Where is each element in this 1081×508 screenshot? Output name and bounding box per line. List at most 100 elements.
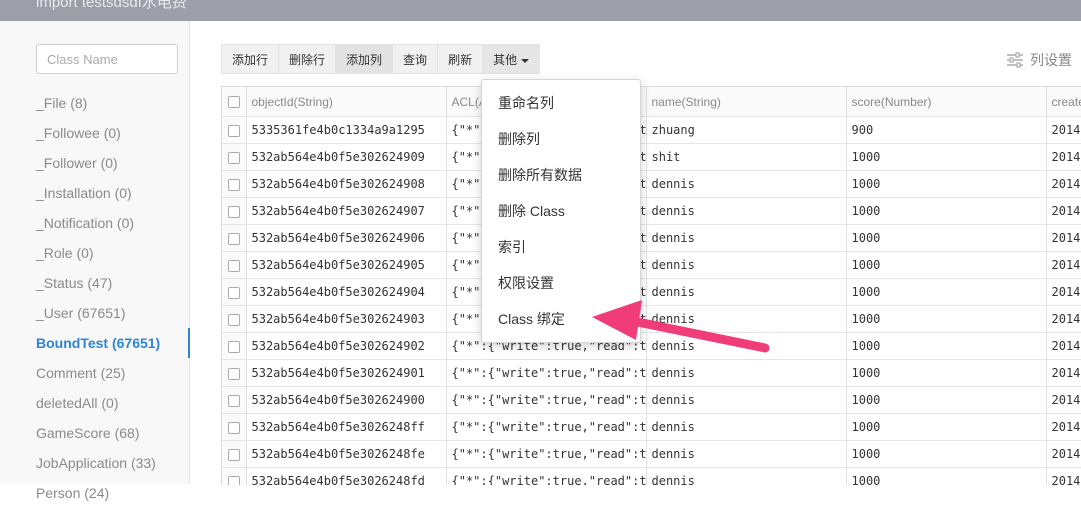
table-cell[interactable]: 532ab564e4b0f5e3026248fe bbox=[246, 440, 447, 468]
table-cell[interactable]: 1000 bbox=[846, 386, 1047, 414]
table-cell[interactable]: 1000 bbox=[846, 359, 1047, 387]
table-cell[interactable]: 2014- bbox=[1046, 359, 1081, 387]
class-list-item[interactable]: deletedAll (0) bbox=[0, 388, 190, 418]
row-checkbox[interactable] bbox=[227, 232, 240, 245]
add-column-button[interactable]: 添加列 bbox=[335, 44, 393, 74]
table-cell[interactable]: dennis bbox=[646, 359, 847, 387]
table-row[interactable]: 532ab564e4b0f5e3026248ff {"*":{"write":tr… bbox=[222, 413, 1081, 441]
table-row[interactable]: 532ab564e4b0f5e302624908{"*":{"write":tr… bbox=[222, 170, 1081, 198]
table-cell[interactable]: dennis bbox=[646, 413, 847, 441]
menu-item-delete-column[interactable]: 删除列 bbox=[482, 121, 640, 157]
table-cell[interactable]: 1000 bbox=[846, 143, 1047, 171]
table-cell[interactable]: 1000 bbox=[846, 197, 1047, 225]
table-cell[interactable]: 532ab564e4b0f5e302624902 bbox=[246, 332, 447, 360]
menu-item-permissions[interactable]: 权限设置 bbox=[482, 265, 640, 301]
table-cell[interactable]: 2014- bbox=[1046, 332, 1081, 360]
table-row[interactable]: 532ab564e4b0f5e302624903{"*":{"write":tr… bbox=[222, 305, 1081, 333]
class-list-item[interactable]: Person (24) bbox=[0, 478, 190, 508]
menu-item-index[interactable]: 索引 bbox=[482, 229, 640, 265]
table-cell[interactable]: 532ab564e4b0f5e302624906 bbox=[246, 224, 447, 252]
table-cell[interactable]: 1000 bbox=[846, 251, 1047, 279]
table-cell[interactable]: dennis bbox=[646, 278, 847, 306]
row-checkbox[interactable] bbox=[227, 124, 240, 137]
table-cell[interactable]: 2014- bbox=[1046, 278, 1081, 306]
table-cell[interactable]: {"*":{"write":true,"read":true}} bbox=[446, 359, 647, 387]
class-list-item[interactable]: _File (8) bbox=[0, 88, 190, 118]
table-cell[interactable]: dennis bbox=[646, 332, 847, 360]
table-cell[interactable]: 2014- bbox=[1046, 143, 1081, 171]
table-row[interactable]: 532ab564e4b0f5e3026248fd {"*":{"write":tr… bbox=[222, 467, 1081, 485]
select-all-checkbox[interactable] bbox=[227, 96, 240, 109]
table-cell[interactable]: dennis bbox=[646, 305, 847, 333]
table-cell[interactable]: 2014- bbox=[1046, 170, 1081, 198]
class-list-item[interactable]: GameScore (68) bbox=[0, 418, 190, 448]
table-cell[interactable]: zhuang bbox=[646, 116, 847, 144]
row-checkbox[interactable] bbox=[227, 367, 240, 380]
row-checkbox[interactable] bbox=[227, 286, 240, 299]
table-cell[interactable]: 2014- bbox=[1046, 413, 1081, 441]
row-checkbox[interactable] bbox=[227, 151, 240, 164]
class-list-item[interactable]: _Notification (0) bbox=[0, 208, 190, 238]
menu-item-class-binding[interactable]: Class 绑定 bbox=[482, 301, 640, 337]
table-cell[interactable]: 532ab564e4b0f5e302624909 bbox=[246, 143, 447, 171]
table-cell[interactable]: 1000 bbox=[846, 278, 1047, 306]
class-list-item[interactable]: BoundTest (67651) bbox=[0, 328, 190, 358]
class-list-item[interactable]: _Follower (0) bbox=[0, 148, 190, 178]
table-cell[interactable]: {"*":{"write":true,"read":true}} bbox=[446, 467, 647, 485]
table-cell[interactable]: dennis bbox=[646, 197, 847, 225]
table-cell[interactable]: 1000 bbox=[846, 467, 1047, 485]
table-cell[interactable]: 1000 bbox=[846, 332, 1047, 360]
table-cell[interactable]: 2014- bbox=[1046, 440, 1081, 468]
table-cell[interactable]: 532ab564e4b0f5e302624905 bbox=[246, 251, 447, 279]
table-row[interactable]: 532ab564e4b0f5e302624906{"*":{"write":tr… bbox=[222, 224, 1081, 252]
table-cell[interactable]: dennis bbox=[646, 224, 847, 252]
class-list-item[interactable]: _Status (47) bbox=[0, 268, 190, 298]
row-checkbox[interactable] bbox=[227, 394, 240, 407]
class-list-item[interactable]: _Installation (0) bbox=[0, 178, 190, 208]
table-cell[interactable]: 532ab564e4b0f5e302624903 bbox=[246, 305, 447, 333]
table-cell[interactable]: 1000 bbox=[846, 224, 1047, 252]
table-cell[interactable]: 2014- bbox=[1046, 305, 1081, 333]
class-list-item[interactable]: _User (67651) bbox=[0, 298, 190, 328]
refresh-button[interactable]: 刷新 bbox=[437, 44, 483, 74]
table-row[interactable]: 532ab564e4b0f5e302624901 {"*":{"write":tr… bbox=[222, 359, 1081, 387]
add-row-button[interactable]: 添加行 bbox=[221, 44, 279, 74]
table-cell[interactable]: 2014- bbox=[1046, 467, 1081, 485]
column-header[interactable]: objectId(String) bbox=[246, 87, 447, 117]
table-cell[interactable]: dennis bbox=[646, 386, 847, 414]
table-cell[interactable]: 1000 bbox=[846, 413, 1047, 441]
column-header[interactable]: createdAt bbox=[1046, 87, 1081, 117]
table-row[interactable]: 532ab564e4b0f5e302624902 {"*":{"write":tr… bbox=[222, 332, 1081, 360]
table-row[interactable]: 532ab564e4b0f5e302624900 {"*":{"write":tr… bbox=[222, 386, 1081, 414]
row-checkbox[interactable] bbox=[227, 448, 240, 461]
table-cell[interactable]: 532ab564e4b0f5e302624901 bbox=[246, 359, 447, 387]
row-checkbox[interactable] bbox=[227, 205, 240, 218]
table-cell[interactable]: 2014- bbox=[1046, 251, 1081, 279]
column-header[interactable]: score(Number) bbox=[846, 87, 1047, 117]
table-cell[interactable]: 532ab564e4b0f5e302624900 bbox=[246, 386, 447, 414]
menu-item-delete-class[interactable]: 删除 Class bbox=[482, 193, 640, 229]
table-cell[interactable]: 1000 bbox=[846, 440, 1047, 468]
class-list-item[interactable]: _Role (0) bbox=[0, 238, 190, 268]
table-cell[interactable]: 532ab564e4b0f5e3026248ff bbox=[246, 413, 447, 441]
delete-row-button[interactable]: 删除行 bbox=[278, 44, 336, 74]
table-cell[interactable]: 5335361fe4b0c1334a9a1295 bbox=[246, 116, 447, 144]
table-row[interactable]: 5335361fe4b0c1334a9a1295{"*":{"write":tr… bbox=[222, 116, 1081, 144]
table-cell[interactable]: 1000 bbox=[846, 170, 1047, 198]
table-row[interactable]: 532ab564e4b0f5e302624909{"*":{"write":tr… bbox=[222, 143, 1081, 171]
row-checkbox[interactable] bbox=[227, 178, 240, 191]
table-cell[interactable]: 2014- bbox=[1046, 197, 1081, 225]
class-search-input[interactable] bbox=[36, 44, 178, 74]
query-button[interactable]: 查询 bbox=[392, 44, 438, 74]
table-cell[interactable]: {"*":{"write":true,"read":true}} bbox=[446, 386, 647, 414]
table-cell[interactable]: {"*":{"write":true,"read":true}} bbox=[446, 440, 647, 468]
table-cell[interactable]: dennis bbox=[646, 251, 847, 279]
row-checkbox[interactable] bbox=[227, 313, 240, 326]
class-list-item[interactable]: JobApplication (33) bbox=[0, 448, 190, 478]
table-cell[interactable]: {"*":{"write":true,"read":true}} bbox=[446, 413, 647, 441]
row-checkbox[interactable] bbox=[227, 421, 240, 434]
table-cell[interactable]: 532ab564e4b0f5e302624904 bbox=[246, 278, 447, 306]
table-cell[interactable]: 532ab564e4b0f5e302624908 bbox=[246, 170, 447, 198]
column-header[interactable]: name(String) bbox=[646, 87, 847, 117]
table-cell[interactable]: 2014- bbox=[1046, 386, 1081, 414]
